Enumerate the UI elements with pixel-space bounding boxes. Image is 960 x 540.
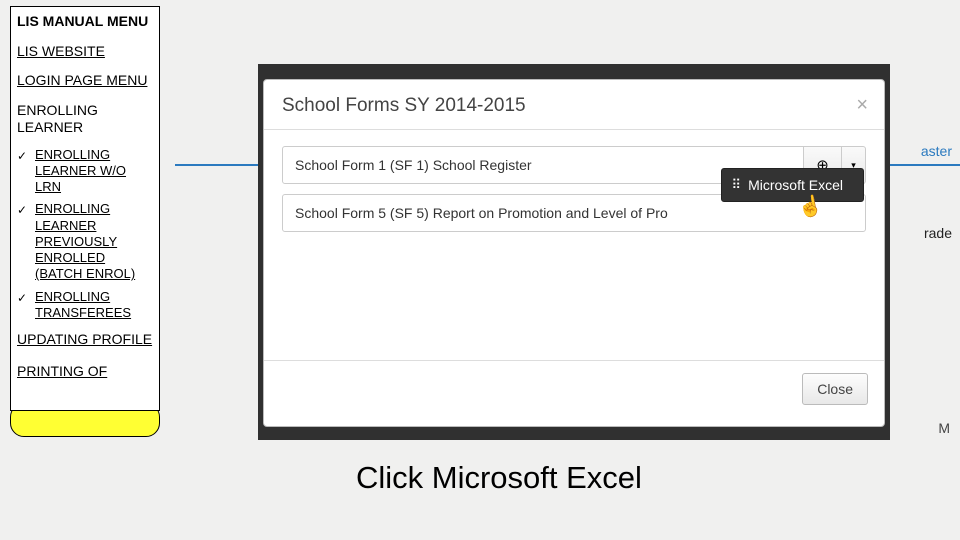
close-icon[interactable]: × [856, 94, 868, 117]
instruction-caption: Click Microsoft Excel [356, 460, 642, 496]
modal-body: School Form 1 (SF 1) School Register ⊕ ▾… [264, 129, 884, 361]
bg-masterlist-fragment: aster [921, 143, 952, 160]
check-icon: ✓ [17, 291, 31, 306]
sidebar-link-updating[interactable]: UPDATING PROFILE [17, 331, 153, 349]
sidebar-section-enrolling: ENROLLING LEARNER [17, 102, 153, 137]
sidebar-title: LIS MANUAL MENU [17, 13, 153, 31]
sidebar-link-printing[interactable]: PRINTING OF [17, 363, 153, 381]
school-forms-modal: School Forms SY 2014-2015 × School Form … [263, 79, 885, 427]
bg-grade-fragment: rade [924, 225, 952, 242]
sidebar-menu: LIS MANUAL MENU LIS WEBSITE LOGIN PAGE M… [10, 6, 160, 411]
check-icon: ✓ [17, 203, 31, 218]
sidebar-item-label: ENROLLING LEARNER PREVIOUSLY ENROLLED (B… [35, 201, 153, 282]
sidebar-item-label: ENROLLING TRANSFEREES [35, 289, 153, 322]
modal-backdrop-top [258, 64, 890, 72]
grid-icon: ⠿ [732, 177, 743, 193]
cursor-icon: ☝ [796, 192, 825, 221]
close-button[interactable]: Close [802, 373, 868, 405]
sidebar-link-website[interactable]: LIS WEBSITE [17, 43, 153, 61]
check-icon: ✓ [17, 149, 31, 164]
sidebar-link-login[interactable]: LOGIN PAGE MENU [17, 72, 153, 90]
sidebar-item-enroll-wo-lrn[interactable]: ✓ ENROLLING LEARNER W/O LRN [17, 147, 153, 196]
modal-title: School Forms SY 2014-2015 [282, 95, 526, 117]
sidebar-item-enroll-prev[interactable]: ✓ ENROLLING LEARNER PREVIOUSLY ENROLLED … [17, 201, 153, 282]
sidebar-list: ✓ ENROLLING LEARNER W/O LRN ✓ ENROLLING … [17, 147, 153, 322]
modal-footer: Close [264, 361, 884, 417]
sidebar-item-enroll-transferees[interactable]: ✓ ENROLLING TRANSFEREES [17, 289, 153, 322]
dropdown-label: Microsoft Excel [748, 177, 843, 193]
sidebar-item-label: ENROLLING LEARNER W/O LRN [35, 147, 153, 196]
modal-header: School Forms SY 2014-2015 × [264, 80, 884, 129]
bg-m-head: M [938, 420, 950, 437]
excel-dropdown-item[interactable]: ⠿ Microsoft Excel [721, 168, 864, 202]
